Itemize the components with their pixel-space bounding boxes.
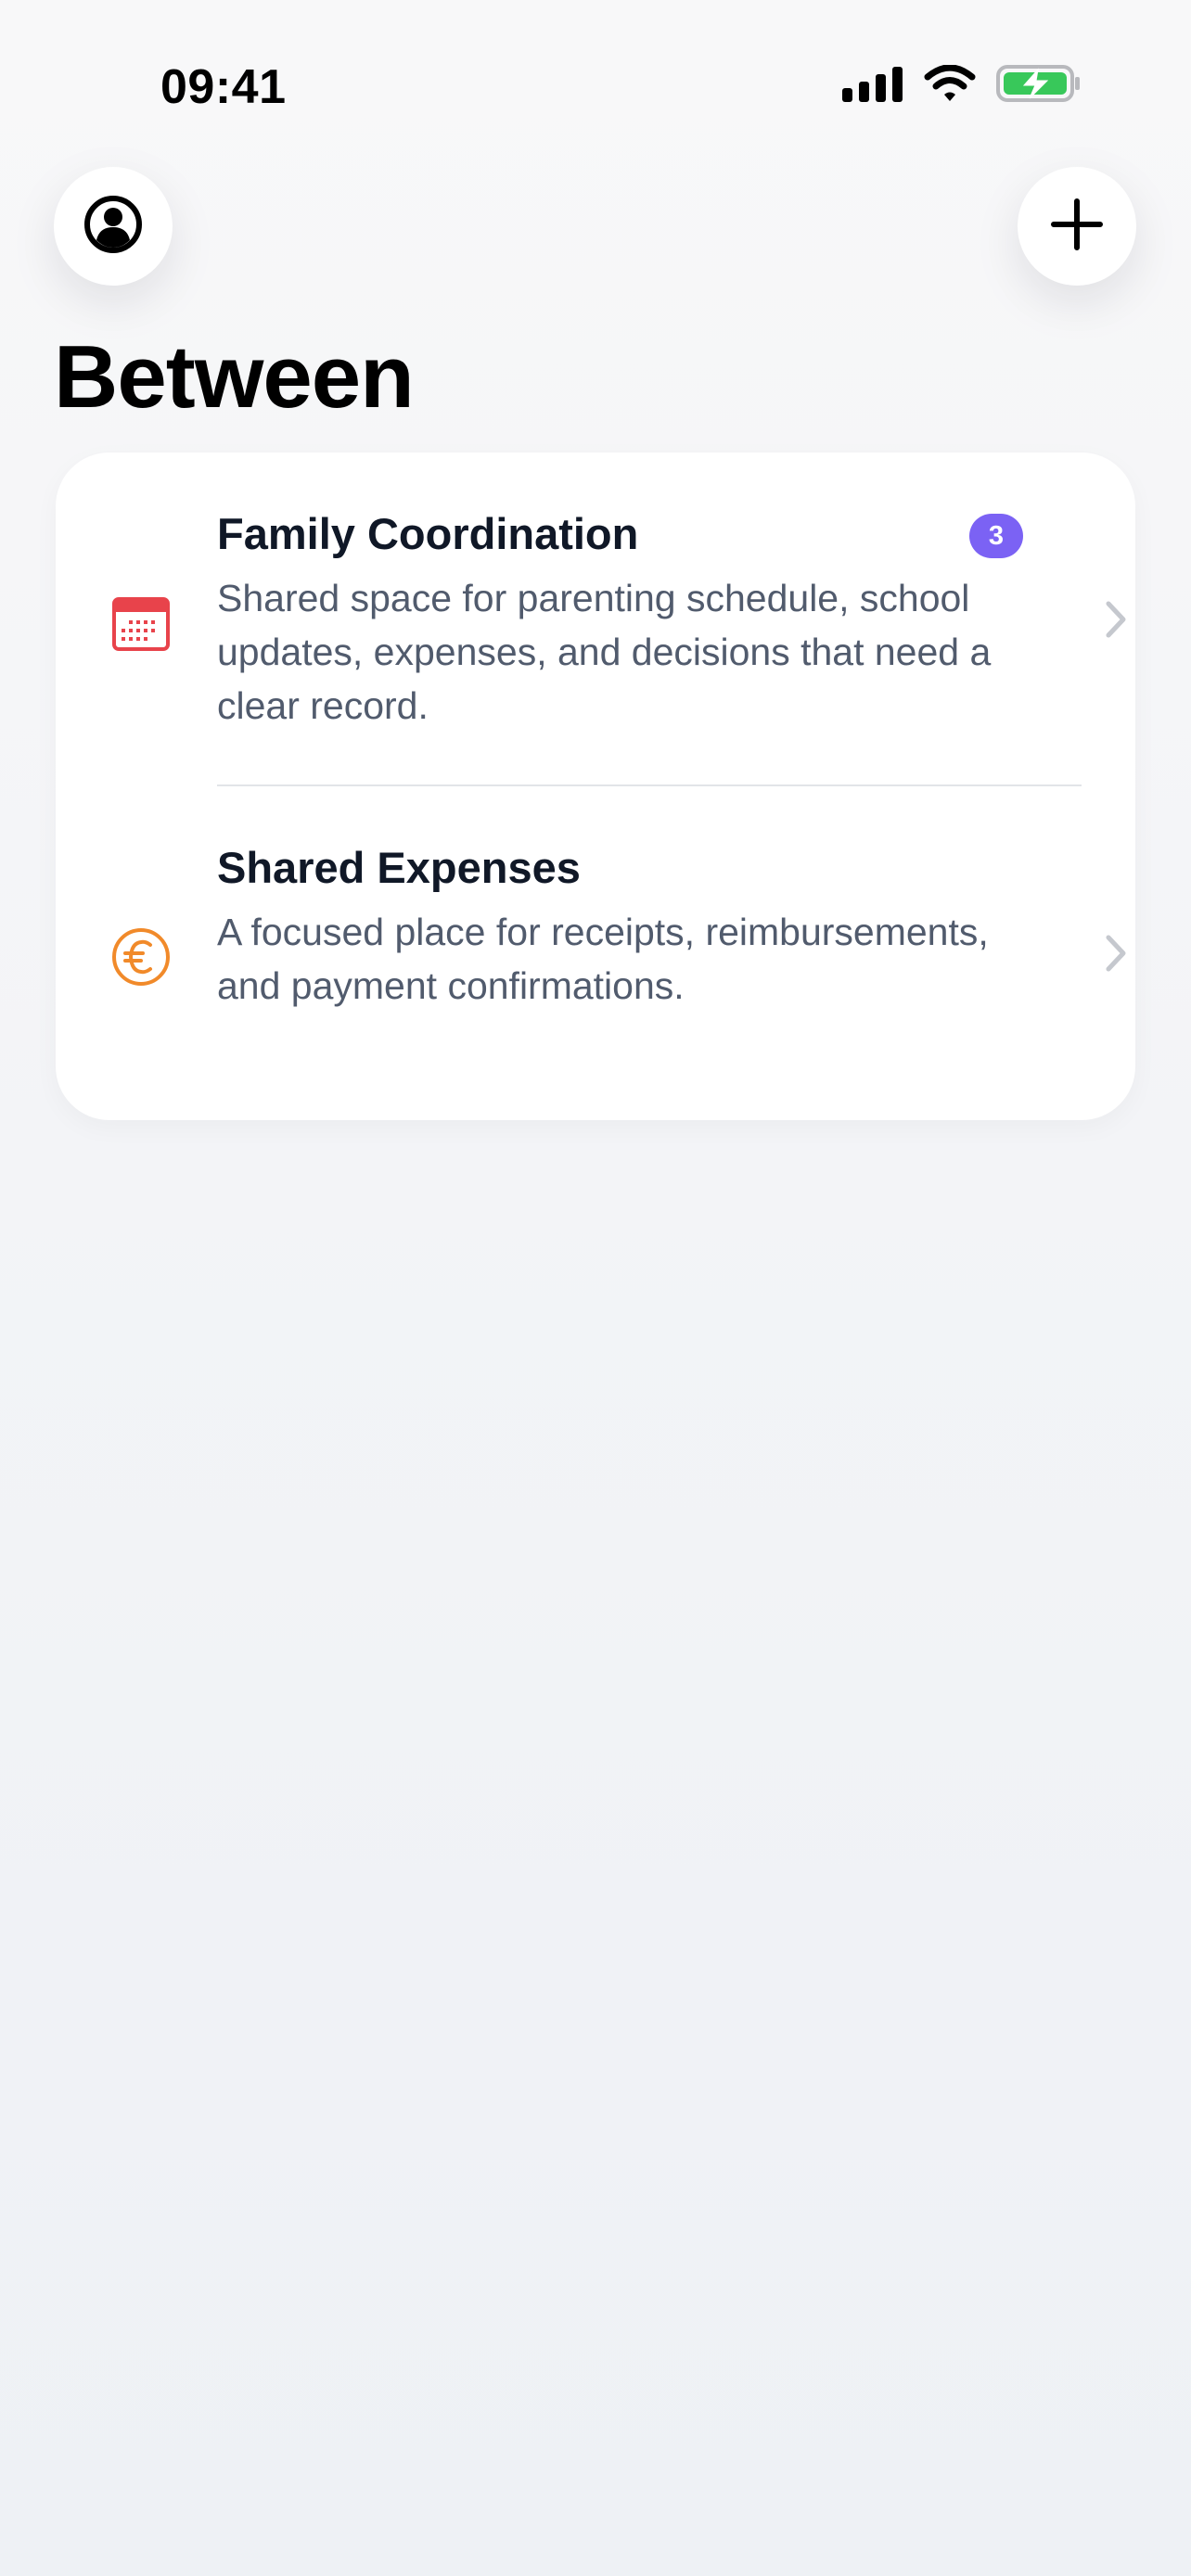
person-circle-icon [83,194,144,260]
cellular-signal-icon [842,65,903,107]
space-row-family-coordination[interactable]: Family Coordination 3 Shared space for p… [56,453,1135,786]
euro-circle-icon [109,925,173,988]
status-icons [842,63,1082,108]
space-description: A focused place for receipts, reimbursem… [217,911,989,1007]
space-row-shared-expenses[interactable]: Shared Expenses A focused place for rece… [56,786,1135,1120]
status-bar: 09:41 [0,0,1191,176]
page-title: Between [54,327,415,427]
chevron-right-icon [1104,931,1128,976]
space-description: Shared space for parenting schedule, sch… [217,577,992,727]
spaces-list-card: Family Coordination 3 Shared space for p… [56,453,1135,1120]
profile-button[interactable] [54,167,173,286]
space-title: Shared Expenses [217,843,581,892]
status-time: 09:41 [160,60,287,114]
unread-count-badge: 3 [969,514,1023,558]
calendar-icon [109,592,173,655]
chevron-right-icon [1104,597,1128,642]
space-title: Family Coordination [217,509,639,558]
battery-charging-icon [996,63,1082,108]
add-button[interactable] [1018,167,1136,286]
plus-icon [1050,198,1104,256]
wifi-icon [924,64,976,107]
